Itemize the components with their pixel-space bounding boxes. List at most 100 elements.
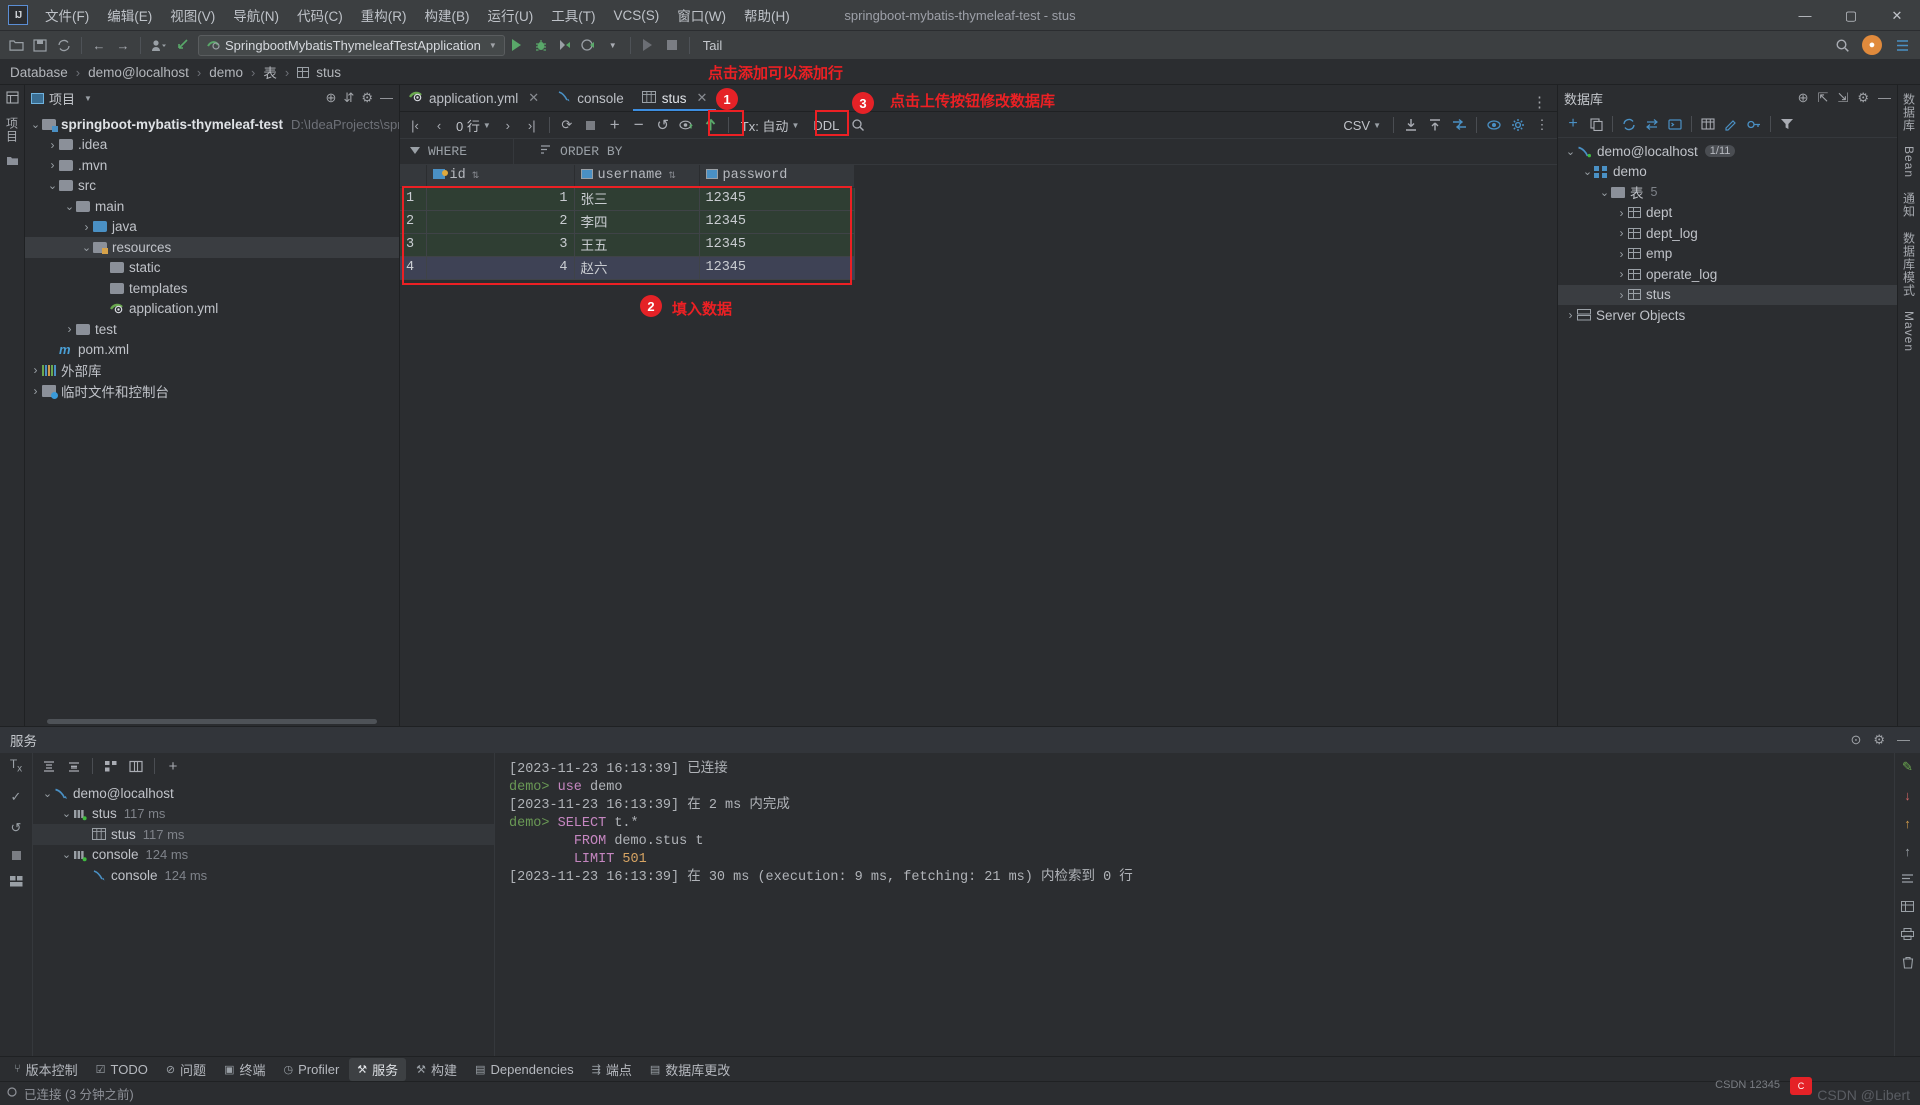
chevron-right-icon[interactable]: › [1615,226,1628,240]
services-tree-row[interactable]: console 124 ms [33,865,494,886]
refresh-icon[interactable] [1618,114,1640,135]
chevron-down-icon[interactable]: ⌄ [1564,145,1577,158]
delete-icon[interactable] [1902,956,1914,972]
add-row-button[interactable]: + [604,115,626,136]
collapse-all-icon[interactable] [63,756,85,777]
project-tree-row[interactable]: application.yml [25,299,399,320]
sync-icon[interactable] [1641,114,1663,135]
stop-button[interactable] [660,34,684,56]
export-format-selector[interactable]: CSV ▼ [1337,118,1387,133]
collapse-all-icon[interactable]: ⇵ [343,90,354,106]
menu-vcs[interactable]: VCS(S) [605,4,669,27]
chevron-right-icon[interactable]: › [29,384,42,398]
chevron-right-icon[interactable]: › [1564,308,1577,322]
editor-tab-console[interactable]: console [548,85,633,111]
sort-indicator-icon[interactable]: ⇅ [668,171,676,181]
duplicate-icon[interactable] [1585,114,1607,135]
hide-panel-icon[interactable]: — [1878,90,1891,106]
cell-username[interactable]: 张三 [574,187,700,211]
database-tree-row[interactable]: ⌄ 表 5 [1558,182,1897,203]
toolwindow---[interactable]: ⇶ 端点 [584,1058,640,1081]
right-tab-notifications[interactable]: 通知 [1901,192,1918,218]
filter-icon[interactable] [1776,114,1798,135]
project-tree-row[interactable]: › 外部库 [25,360,399,381]
database-tree-row[interactable]: › operate_log [1558,264,1897,285]
close-button[interactable]: ✕ [1874,0,1920,31]
submit-changes-button[interactable] [700,115,722,136]
run-with-coverage-icon[interactable] [553,34,577,56]
services-tree-row[interactable]: stus 117 ms [33,824,494,845]
toolwindow-dependencies[interactable]: ▤ Dependencies [467,1060,582,1079]
debug-icon[interactable] [529,34,553,56]
project-tool-icon[interactable] [5,91,19,107]
database-tree-row[interactable]: › dept_log [1558,223,1897,244]
close-icon[interactable]: ✕ [697,90,708,106]
project-tree-row[interactable]: ⌄ springboot-mybatis-thymeleaf-test D:\Ide… [25,114,399,135]
split-view-icon[interactable] [125,756,147,777]
back-arrow-icon[interactable]: ← [87,34,111,56]
edit-icon[interactable]: ✎ [1902,759,1913,775]
edit-icon[interactable] [1720,114,1742,135]
project-tree-row[interactable]: ⌄ main [25,196,399,217]
project-tree-row[interactable]: static [25,258,399,279]
stop-icon[interactable] [11,851,21,861]
chevron-right-icon[interactable]: › [46,138,59,152]
remove-row-button[interactable]: − [628,115,650,136]
breadcrumb-tables-group[interactable]: 表 [263,62,277,82]
project-tree-row[interactable]: › 临时文件和控制台 [25,381,399,402]
transaction-icon[interactable]: Tx [10,757,22,774]
down-arrow-icon[interactable]: ↓ [1904,788,1911,803]
transaction-mode-selector[interactable]: Tx: 自动 ▼ [735,116,806,135]
column-header-username[interactable]: username ⇅ [574,165,700,188]
menu-refactor[interactable]: 重构(R) [352,1,416,29]
chevron-right-icon[interactable]: › [80,220,93,234]
print-icon[interactable] [1901,928,1914,943]
chevron-right-icon[interactable]: › [1615,206,1628,220]
project-tree-row[interactable]: templates [25,278,399,299]
avatar[interactable]: ● [1862,35,1882,55]
table-row[interactable]: 1 1 张三 12345 [400,187,855,211]
chevron-down-icon[interactable]: ⌄ [60,848,73,861]
right-tab-database[interactable]: 数据库 [1901,93,1918,132]
more-options-icon[interactable]: ⋮ [1531,115,1553,136]
last-page-button[interactable]: ›| [521,115,543,136]
toolwindow---[interactable]: ⚒ 服务 [349,1057,407,1081]
chevron-down-icon[interactable]: ⌄ [41,787,54,800]
column-header-password[interactable]: password [699,165,855,188]
chevron-down-icon[interactable]: ▼ [601,34,625,56]
database-tree-row[interactable]: ⌄ demo [1558,162,1897,183]
profile-icon[interactable] [146,34,170,56]
search-icon[interactable] [1830,34,1854,56]
editor-tabs-more-icon[interactable]: ⋮ [1532,93,1557,111]
panel-settings-icon[interactable]: ⚙ [1873,732,1885,748]
search-icon[interactable] [847,115,869,136]
layout-icon[interactable] [9,875,23,890]
collapse-all-icon[interactable]: ⇲ [1837,90,1848,106]
right-tab-db-schema[interactable]: 数据库模式 [1901,232,1918,297]
breadcrumb-database[interactable]: Database [10,65,68,80]
prev-page-button[interactable]: ‹ [428,115,450,136]
save-icon[interactable] [28,34,52,56]
revert-changes-button[interactable]: ↺ [652,115,674,136]
toolwindow---[interactable]: ⚒ 构建 [408,1058,465,1081]
toolwindow-profiler[interactable]: ◷ Profiler [275,1060,347,1079]
preview-changes-button[interactable] [676,115,698,136]
cell-password[interactable]: 12345 [699,256,855,280]
tail-label[interactable]: Tail [695,38,731,53]
chevron-down-icon[interactable]: ⌄ [29,118,42,131]
cell-id[interactable]: 1 [426,187,575,211]
expand-all-icon[interactable] [38,756,60,777]
run-button[interactable] [505,34,529,56]
project-tree-row[interactable]: › java [25,217,399,238]
menu-help[interactable]: 帮助(H) [735,1,799,29]
menu-run[interactable]: 运行(U) [479,1,543,29]
table-row[interactable]: 4 4 赵六 12345 [400,256,855,280]
up-arrow-icon[interactable]: ↑ [1904,816,1911,831]
cell-password[interactable]: 12345 [699,233,855,257]
ddl-button[interactable]: DDL [807,118,845,133]
rollback-icon[interactable]: ↺ [11,820,22,836]
jump-to-console-icon[interactable] [1664,114,1686,135]
menu-edit[interactable]: 编辑(E) [98,1,161,29]
run-configuration-selector[interactable]: SpringbootMybatisThymeleafTestApplicatio… [198,34,505,56]
table-row[interactable]: 2 2 李四 12345 [400,210,855,234]
